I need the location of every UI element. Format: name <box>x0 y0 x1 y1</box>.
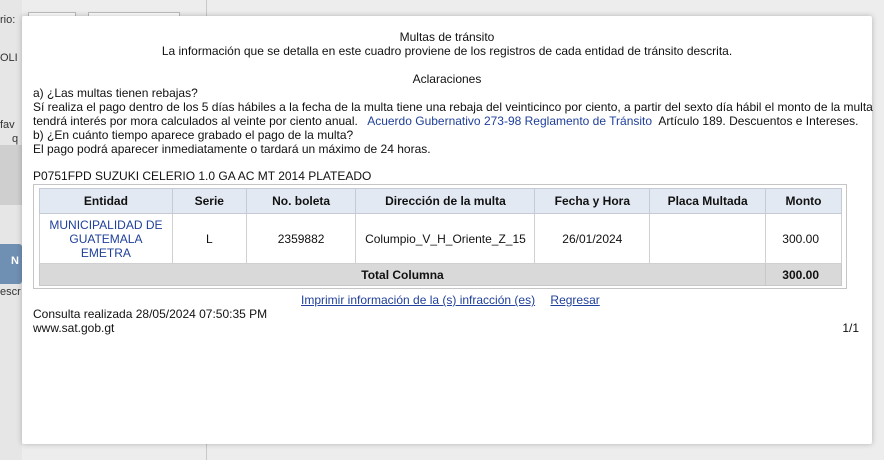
cell-fecha: 26/01/2024 <box>534 213 651 264</box>
back-link[interactable]: Regresar <box>550 293 599 307</box>
answer-a-line2: tendrá interés por mora calculados al ve… <box>33 114 859 128</box>
cell-entidad: MUNICIPALIDAD DE GUATEMALA EMETRA <box>39 213 173 264</box>
column-header-serie: Serie <box>171 188 247 214</box>
background-label: OLI <box>0 52 18 64</box>
table-header-row: Entidad Serie No. boleta Dirección de la… <box>39 188 842 214</box>
table-row: MUNICIPALIDAD DE GUATEMALA EMETRA L 2359… <box>39 213 842 264</box>
page-indicator: 1/1 <box>842 321 859 335</box>
answer-a-article: Artículo 189. Descuentos e Intereses. <box>658 114 859 128</box>
column-header-monto: Monto <box>765 188 842 214</box>
background-label: fav <box>0 119 15 131</box>
cell-monto: 300.00 <box>765 213 842 264</box>
background-panel <box>0 0 22 460</box>
background-button-label: N <box>11 255 19 267</box>
background-image <box>0 145 22 205</box>
regulation-link[interactable]: Acuerdo Gubernativo 273-98 Reglamento de… <box>367 114 652 128</box>
fines-table: Entidad Serie No. boleta Dirección de la… <box>39 188 842 286</box>
dialog-subtitle: La información que se detalla en este cu… <box>161 44 733 58</box>
entity-line: MUNICIPALIDAD DE <box>49 217 163 232</box>
entity-line: EMETRA <box>80 245 131 260</box>
consulta-timestamp: Consulta realizada 28/05/2024 07:50:35 P… <box>33 307 268 321</box>
total-label: Total Columna <box>39 263 766 286</box>
background-label: q <box>12 133 19 145</box>
print-link[interactable]: Imprimir información de la (s) infracció… <box>301 293 535 307</box>
column-header-fecha: Fecha y Hora <box>534 188 651 214</box>
entity-line: GUATEMALA <box>69 231 143 246</box>
cell-boleta: 2359882 <box>245 213 357 264</box>
column-header-placa: Placa Multada <box>649 188 766 214</box>
answer-a-text: tendrá interés por mora calculados al ve… <box>33 114 358 128</box>
background-label: rio: <box>0 14 16 26</box>
cell-direccion: Columpio_V_H_Oriente_Z_15 <box>355 213 536 264</box>
answer-a-line1: Sí realiza el pago dentro de los 5 días … <box>33 100 873 114</box>
background-label: escr <box>0 286 21 298</box>
question-b: b) ¿En cuánto tiempo aparece grabado el … <box>33 128 354 142</box>
website-text: www.sat.gob.gt <box>33 321 115 335</box>
fines-dialog: Multas de tránsito La información que se… <box>22 16 873 444</box>
links-row: Imprimir información de la (s) infracció… <box>301 293 600 307</box>
column-header-entidad: Entidad <box>39 188 173 214</box>
question-a: a) ¿Las multas tienen rebajas? <box>33 86 198 100</box>
column-header-direccion: Dirección de la multa <box>355 188 536 214</box>
vehicle-description: P0751FPD SUZUKI CELERIO 1.0 GA AC MT 201… <box>33 169 372 183</box>
total-row: Total Columna 300.00 <box>39 263 842 286</box>
cell-serie: L <box>171 213 247 264</box>
total-value: 300.00 <box>765 263 842 286</box>
section-heading: Aclaraciones <box>412 72 482 86</box>
column-header-boleta: No. boleta <box>245 188 357 214</box>
answer-b: El pago podrá aparecer inmediatamente o … <box>33 142 431 156</box>
fines-table-container: Entidad Serie No. boleta Dirección de la… <box>33 184 847 289</box>
cell-placa <box>649 213 766 264</box>
dialog-title: Multas de tránsito <box>399 30 495 44</box>
